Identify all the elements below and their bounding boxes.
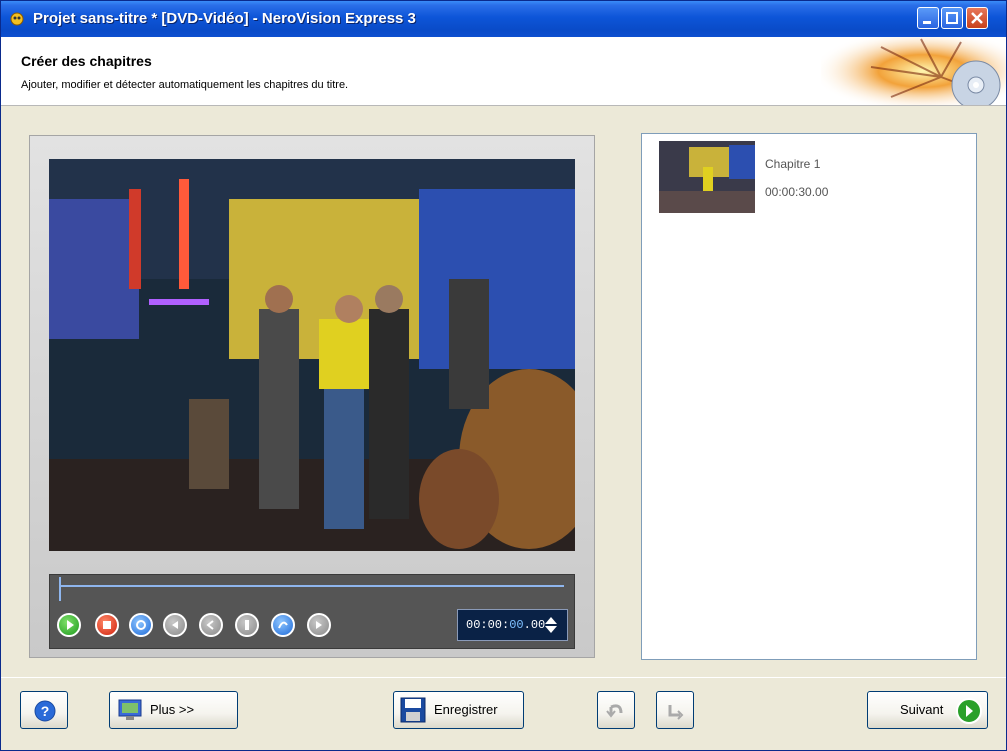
svg-text:?: ?	[41, 703, 50, 719]
play-button[interactable]	[57, 613, 81, 637]
help-button[interactable]: ?	[20, 691, 68, 729]
redo-button[interactable]	[656, 691, 694, 729]
play-icon	[67, 620, 74, 630]
page-header: Créer des chapitres Ajouter, modifier et…	[1, 37, 1006, 106]
window-title: Projet sans-titre * [DVD-Vidéo] - NeroVi…	[33, 10, 416, 27]
maximize-button[interactable]	[941, 7, 963, 29]
close-icon	[971, 12, 983, 24]
nero-logo-art	[821, 37, 1006, 105]
app-icon	[10, 12, 24, 26]
save-icon	[400, 697, 426, 723]
chapter-time: 00:00:30.00	[765, 185, 829, 199]
save-button[interactable]: Enregistrer	[393, 691, 524, 729]
undo-button[interactable]	[597, 691, 635, 729]
minimize-icon	[923, 21, 931, 24]
page-title: Créer des chapitres	[21, 53, 152, 69]
chapter-add-button[interactable]	[129, 613, 153, 637]
timecode-value: 00:00:00.00	[466, 618, 546, 632]
next-arrow-icon	[956, 698, 982, 724]
marker-icon	[245, 620, 249, 630]
next-chapter-button[interactable]	[307, 613, 331, 637]
add-chapter-icon	[136, 620, 146, 630]
title-bar: Projet sans-titre * [DVD-Vidéo] - NeroVi…	[1, 1, 1006, 37]
help-icon: ?	[34, 700, 56, 722]
more-button[interactable]: Plus >>	[109, 691, 238, 729]
timeline-handle[interactable]	[59, 577, 61, 601]
chapter-name: Chapitre 1	[765, 157, 821, 171]
undo-icon	[606, 704, 623, 718]
marker-button[interactable]	[235, 613, 259, 637]
next-button[interactable]: Suivant	[867, 691, 988, 729]
redo-icon	[668, 705, 684, 720]
plus-icon	[118, 699, 142, 720]
minimize-button[interactable]	[917, 7, 939, 29]
save-button-label: Enregistrer	[434, 702, 498, 717]
detect-chapters-button[interactable]	[271, 613, 295, 637]
step-back-icon	[206, 620, 214, 630]
video-preview[interactable]	[49, 159, 575, 551]
stop-icon	[103, 621, 111, 629]
maximize-icon	[946, 12, 958, 24]
next-icon	[316, 621, 322, 629]
page-subtitle: Ajouter, modifier et détecter automatiqu…	[21, 79, 349, 91]
timecode-display[interactable]: 00:00:00.00	[457, 609, 568, 641]
close-button[interactable]	[966, 7, 988, 29]
timecode-spinner-icon[interactable]	[544, 616, 558, 634]
previous-chapter-button[interactable]	[163, 613, 187, 637]
next-button-label: Suivant	[900, 702, 944, 717]
app-window: Projet sans-titre * [DVD-Vidéo] - NeroVi…	[0, 0, 1007, 751]
detect-icon	[278, 621, 288, 629]
step-back-button[interactable]	[199, 613, 223, 637]
chapter-thumbnail[interactable]	[659, 141, 755, 213]
stop-button[interactable]	[95, 613, 119, 637]
more-button-label: Plus >>	[150, 702, 195, 717]
previous-icon	[172, 621, 178, 629]
timeline-slider[interactable]	[59, 585, 564, 587]
